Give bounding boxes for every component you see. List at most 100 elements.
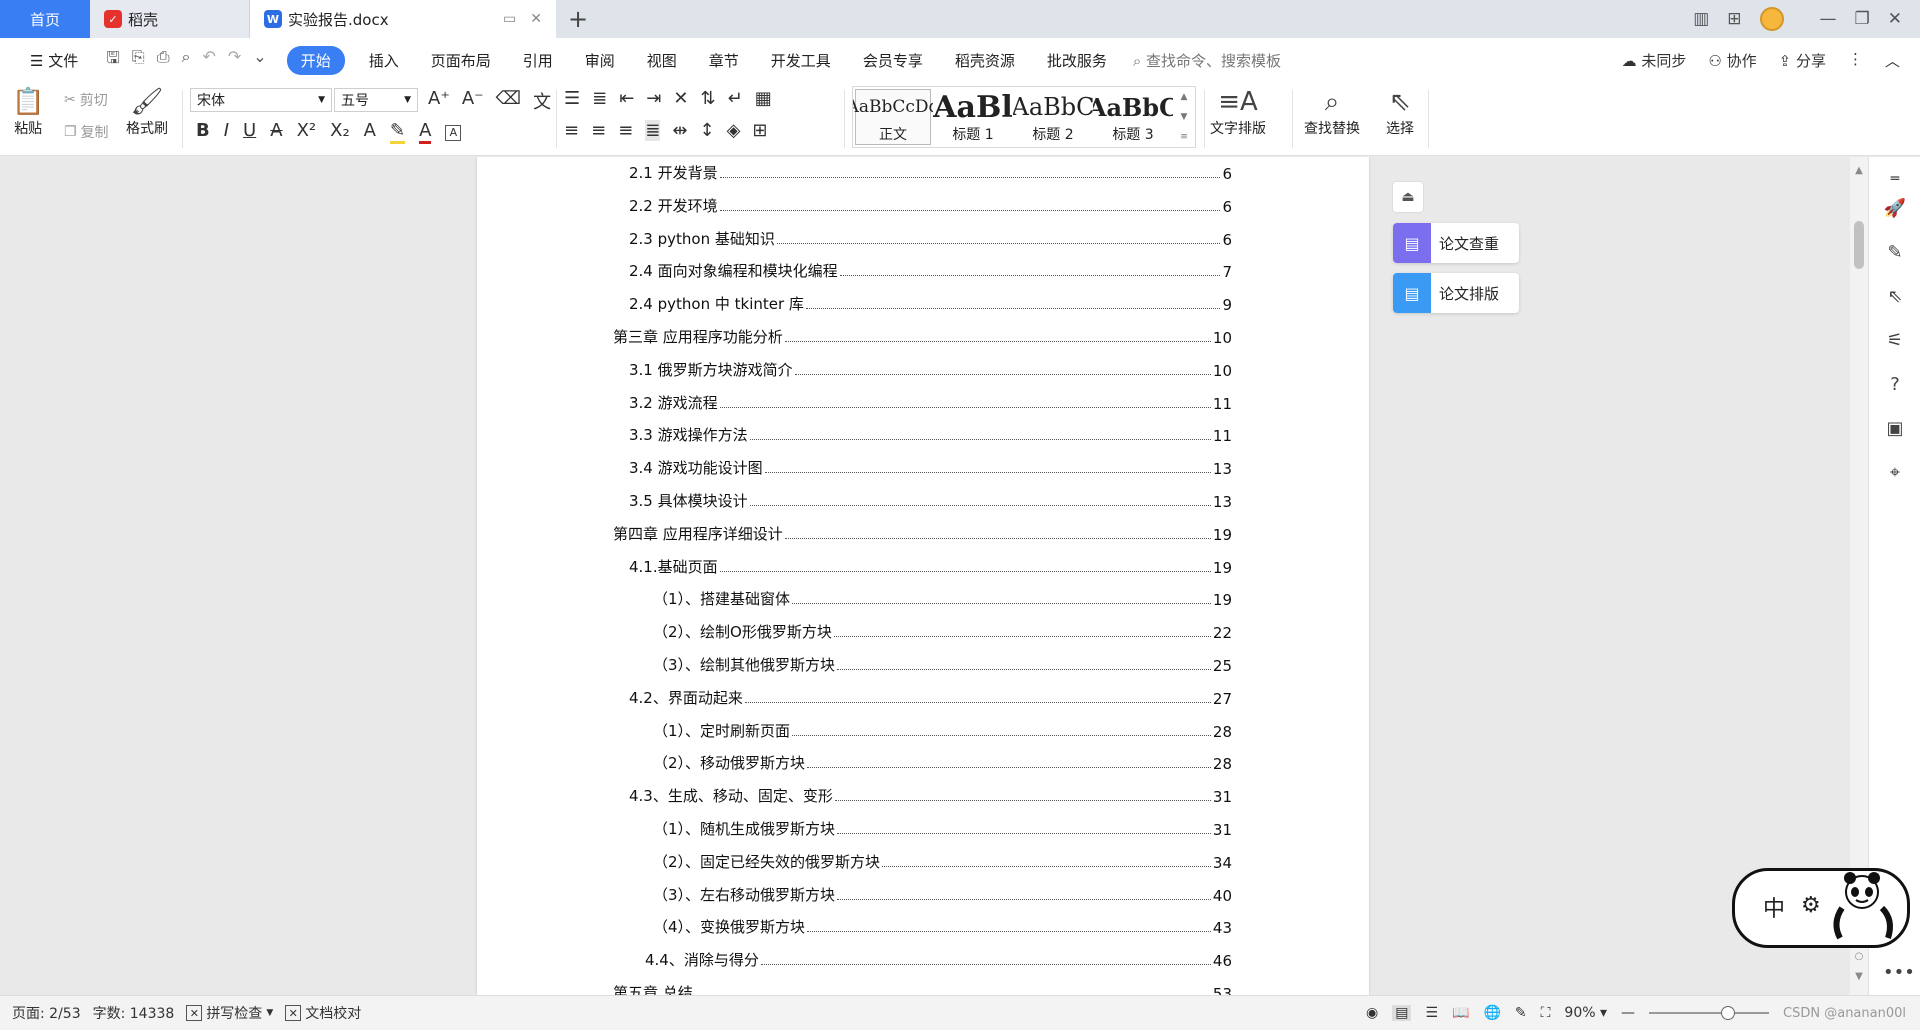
new-tab-button[interactable]: + <box>556 0 600 38</box>
bullet-list-icon[interactable]: ☰ <box>564 88 580 109</box>
zoom-level[interactable]: 90% ▾ <box>1564 1005 1607 1021</box>
scroll-up-icon[interactable]: ▲ <box>1850 165 1868 176</box>
format-painter-button[interactable]: 🖌 格式刷 <box>126 86 168 138</box>
tab-daoke[interactable]: ✓ 稻壳 <box>90 0 250 38</box>
paper-check-button[interactable]: ▤ 论文查重 <box>1393 223 1519 263</box>
toc-entry[interactable]: 4.2、界面动起来 27 <box>629 686 1232 708</box>
settings-sliders-icon[interactable]: ⚟ <box>1883 329 1907 353</box>
underline-icon[interactable]: U <box>243 120 256 144</box>
clear-format-icon[interactable]: ⌫ <box>496 88 521 114</box>
toc-entry[interactable]: 2.1 开发背景 6 <box>629 161 1232 183</box>
toc-entry[interactable]: 4.1.基础页面 19 <box>629 555 1232 577</box>
font-name-select[interactable]: 宋体 ▼ <box>190 88 332 112</box>
chevron-up-icon[interactable]: ▲ <box>1181 92 1188 102</box>
print-preview-icon[interactable]: ⌕ <box>182 47 191 74</box>
tab-page-layout[interactable]: 页面布局 <box>415 50 507 71</box>
proofread-button[interactable]: ✕ 文档校对 <box>285 1003 361 1023</box>
italic-icon[interactable]: I <box>224 120 229 144</box>
text-effect-icon[interactable]: A <box>364 120 376 144</box>
minimize-icon[interactable]: — <box>1820 9 1837 29</box>
chinese-layout-icon[interactable]: ✕ <box>673 88 688 109</box>
align-right-icon[interactable]: ≡ <box>618 120 633 141</box>
restore-icon[interactable]: ❐ <box>1855 9 1870 29</box>
write-mode-icon[interactable]: ✎ <box>1515 1005 1527 1021</box>
toc-entry[interactable]: （2）、绘制O形俄罗斯方块 22 <box>653 620 1232 642</box>
tab-daoke-resources[interactable]: 稻壳资源 <box>939 50 1031 71</box>
phonetic-icon[interactable]: 文 <box>533 88 551 114</box>
numbered-list-icon[interactable]: ≣ <box>592 88 607 109</box>
command-search[interactable]: ⌕ 查找命令、搜索模板 <box>1123 50 1281 71</box>
rocket-icon[interactable]: 🚀 <box>1883 197 1907 221</box>
more-icon[interactable]: ⋮ <box>1848 50 1863 71</box>
toc-entry[interactable]: （2）、移动俄罗斯方块 28 <box>653 751 1232 773</box>
justify-icon[interactable]: ≣ <box>645 120 661 141</box>
sort-icon[interactable]: ⇅ <box>701 88 716 109</box>
sync-status-button[interactable]: ☁ 未同步 <box>1622 50 1687 71</box>
help-icon[interactable]: ? <box>1883 373 1907 397</box>
close-window-icon[interactable]: ✕ <box>1888 9 1902 29</box>
table-lines-icon[interactable]: ▦ <box>755 88 772 109</box>
styles-scroll[interactable]: ▲ ▼ ≡ <box>1173 87 1195 147</box>
subscript-icon[interactable]: X₂ <box>330 120 350 144</box>
zoom-slider-knob[interactable] <box>1721 1006 1736 1020</box>
style-normal[interactable]: AaBbCcDd 正文 <box>853 89 933 145</box>
toc-entry[interactable]: 2.3 python 基础知识 6 <box>629 227 1232 249</box>
location-icon[interactable]: ⌖ <box>1883 461 1907 485</box>
toc-entry[interactable]: （3）、左右移动俄罗斯方块 40 <box>653 883 1232 905</box>
find-replace-button[interactable]: ⌕ 查找替换 <box>1304 86 1360 138</box>
scrollbar-thumb[interactable] <box>1854 221 1864 269</box>
style-heading-1[interactable]: AaBl 标题 1 <box>933 87 1013 147</box>
toc-entry[interactable]: （1）、搭建基础窗体 19 <box>653 587 1232 609</box>
redo-icon[interactable]: ↷ <box>228 47 241 74</box>
customize-qa-icon[interactable]: ⌄ <box>253 47 266 74</box>
toc-entry[interactable]: 2.4 面向对象编程和模块化编程 7 <box>629 259 1232 281</box>
tab-developer[interactable]: 开发工具 <box>755 50 847 71</box>
toc-entry[interactable]: 3.1 俄罗斯方块游戏简介 10 <box>629 358 1232 380</box>
toc-entry[interactable]: （1）、定时刷新页面 28 <box>653 719 1232 741</box>
toc-entry[interactable]: 2.4 python 中 tkinter 库 9 <box>629 292 1232 314</box>
reading-view-icon[interactable]: 📖 <box>1452 1005 1469 1021</box>
tab-start[interactable]: 开始 <box>286 45 345 75</box>
tab-home[interactable]: 首页 <box>0 0 90 38</box>
spell-check-button[interactable]: ✕ 拼写检查 ▼ <box>186 1003 273 1023</box>
chevron-down-icon[interactable]: ▼ <box>1181 112 1188 122</box>
select-button[interactable]: ⇖ 选择 <box>1386 86 1414 138</box>
toc-entry[interactable]: 第五章 总结 53 <box>613 981 1232 995</box>
bold-icon[interactable]: B <box>196 120 210 144</box>
zoom-slider[interactable] <box>1649 1006 1770 1020</box>
tab-member[interactable]: 会员专享 <box>847 50 939 71</box>
distribute-icon[interactable]: ⇹ <box>672 120 687 141</box>
page-indicator[interactable]: 页面: 2/53 <box>12 1003 81 1023</box>
strikethrough-icon[interactable]: A <box>270 120 282 144</box>
zoom-out-icon[interactable]: — <box>1621 1005 1635 1021</box>
align-left-icon[interactable]: ≡ <box>564 120 579 141</box>
tab-references[interactable]: 引用 <box>507 50 569 71</box>
toc-entry[interactable]: 4.4、消除与得分 46 <box>645 948 1232 970</box>
line-spacing-icon[interactable]: ↕ <box>699 120 714 141</box>
tab-insert[interactable]: 插入 <box>353 50 415 71</box>
toc-entry[interactable]: 第四章 应用程序详细设计 19 <box>613 522 1232 544</box>
image-tool-icon[interactable]: ▣ <box>1883 417 1907 441</box>
show-marks-icon[interactable]: ↵ <box>728 88 743 109</box>
toc-entry[interactable]: 3.3 游戏操作方法 11 <box>629 423 1232 445</box>
collapse-ribbon-icon[interactable]: ︿ <box>1885 50 1900 71</box>
apps-grid-icon[interactable]: ⊞ <box>1727 9 1741 29</box>
prev-page-icon[interactable]: ○ <box>1850 951 1868 962</box>
pin-tab-icon[interactable]: ▭ <box>503 11 516 27</box>
font-color-icon[interactable]: A <box>419 120 432 144</box>
toc-entry[interactable]: （3）、绘制其他俄罗斯方块 25 <box>653 653 1232 675</box>
cut-button[interactable]: ✂ 剪切 <box>64 90 108 110</box>
share-button[interactable]: ⇪ 分享 <box>1779 50 1826 71</box>
text-layout-button[interactable]: ≡A 文字排版 <box>1210 86 1266 138</box>
pen-icon[interactable]: ✎ <box>1883 241 1907 265</box>
layout-switch-icon[interactable]: ▥ <box>1693 9 1709 29</box>
toc-entry[interactable]: 第三章 应用程序功能分析 10 <box>613 325 1232 347</box>
tab-review[interactable]: 审阅 <box>569 50 631 71</box>
tab-correction[interactable]: 批改服务 <box>1031 50 1123 71</box>
pointer-icon[interactable]: ⇖ <box>1883 285 1907 309</box>
tab-view[interactable]: 视图 <box>631 50 693 71</box>
more-dots-icon[interactable]: ••• <box>1883 961 1915 985</box>
document-page[interactable]: 2.1 开发背景 6 2.2 开发环境 6 2.3 python 基础知识 6 2.4 面向… <box>477 157 1369 995</box>
file-menu[interactable]: ☰ 文件 <box>14 50 94 71</box>
paper-layout-button[interactable]: ▤ 论文排版 <box>1393 273 1519 313</box>
